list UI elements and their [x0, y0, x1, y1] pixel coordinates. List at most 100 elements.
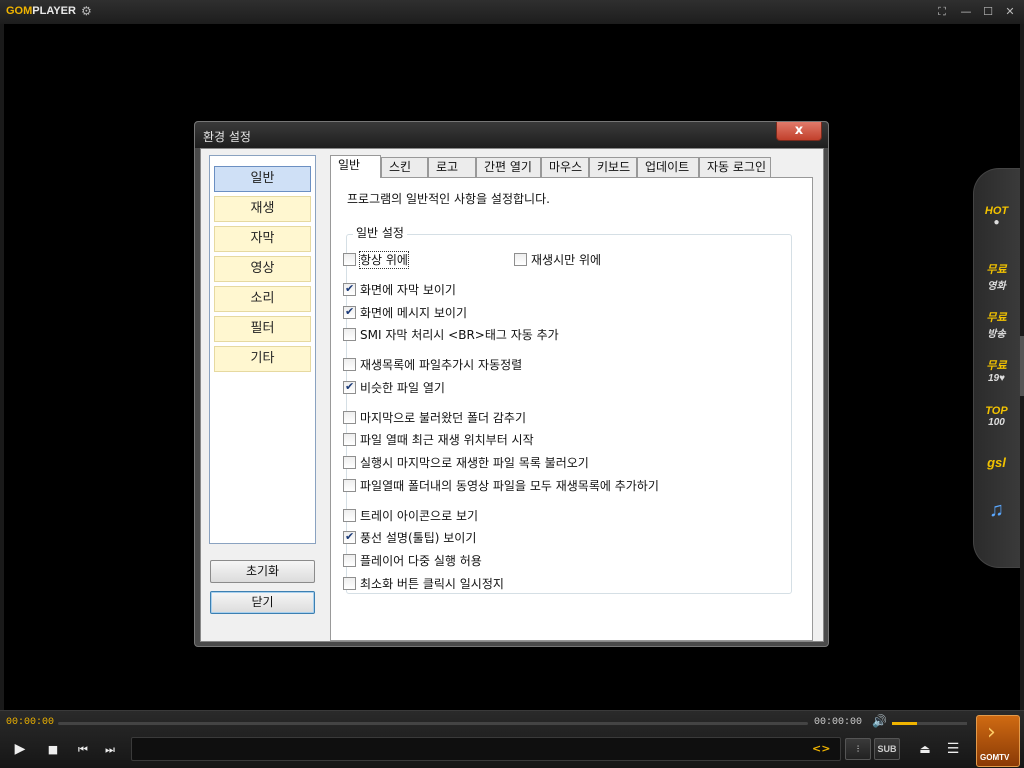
dialog-title-bar[interactable]: 환경 설정 x — [195, 122, 828, 148]
dialog-title: 환경 설정 — [203, 130, 251, 144]
total-time: 00:00:00 — [814, 717, 863, 728]
checkbox-box[interactable] — [343, 456, 356, 469]
app-logo[interactable]: GOMPLAYER — [6, 5, 76, 17]
volume-fill — [892, 722, 917, 725]
tab-keyboard[interactable]: 키보드 — [589, 157, 637, 177]
volume-icon[interactable]: 🔊 — [872, 714, 887, 728]
tab-logo[interactable]: 로고 — [428, 157, 476, 177]
playlist-bar[interactable] — [131, 737, 841, 761]
gear-icon[interactable]: ⚙ — [81, 4, 92, 18]
nav-item-filter[interactable]: 필터 — [214, 316, 311, 342]
checkbox-box[interactable] — [343, 509, 356, 522]
nav-item-subtitle[interactable]: 자막 — [214, 226, 311, 252]
gsl-logo-icon: gsl — [987, 455, 1006, 470]
checkbox-box[interactable] — [343, 433, 356, 446]
checkbox-label: 재생목록에 파일추가시 자동정렬 — [360, 358, 523, 372]
resize-icon[interactable]: ⛶ — [934, 4, 950, 20]
volume-slider[interactable] — [892, 722, 967, 725]
nav-item-general[interactable]: 일반 — [214, 166, 311, 192]
gomtv-button[interactable]: › GOMTV — [976, 715, 1020, 767]
side-item-free-19[interactable]: 무료 19♥ — [974, 357, 1019, 384]
title-bar: GOMPLAYER ⚙ ⛶ — ☐ ✕ — [0, 0, 1024, 24]
checkbox-label: 마지막으로 불러왔던 폴더 감추기 — [360, 411, 527, 425]
checkbox-box[interactable] — [343, 530, 356, 544]
checkbox-label: 실행시 마지막으로 재생한 파일 목록 불러오기 — [360, 456, 589, 470]
side-item-label: 무료 — [986, 360, 1007, 372]
stop-icon[interactable]: ■ — [43, 743, 63, 756]
tab-quick-open[interactable]: 간편 열기 — [476, 157, 541, 177]
next-icon[interactable]: ⏭ — [100, 743, 120, 757]
gomtv-label: GOMTV — [980, 753, 1010, 762]
checkbox-label: 화면에 메시지 보이기 — [360, 306, 467, 320]
checkbox-box[interactable] — [343, 577, 356, 590]
tab-mouse[interactable]: 마우스 — [541, 157, 589, 177]
gom-player-window: GOMPLAYER ⚙ ⛶ — ☐ ✕ HOT ● 무료 영화 무료 방송 무료… — [0, 0, 1024, 768]
nav-item-etc[interactable]: 기타 — [214, 346, 311, 372]
tab-general[interactable]: 일반 — [330, 155, 381, 178]
checkbox-label: 풍선 설명(툴팁) 보이기 — [360, 531, 477, 545]
checkbox-box[interactable] — [343, 380, 356, 394]
tab-update[interactable]: 업데이트 — [637, 157, 699, 177]
tab-skin[interactable]: 스킨 — [381, 157, 428, 177]
side-item-free-movie[interactable]: 무료 영화 — [974, 261, 1019, 292]
checkbox-label: 비슷한 파일 열기 — [360, 381, 445, 395]
dialog-close-button[interactable]: x — [776, 122, 822, 141]
close-icon[interactable]: ✕ — [1002, 4, 1018, 20]
subtitle-button[interactable]: SUB — [874, 738, 900, 760]
play-icon[interactable]: ▶ — [10, 741, 30, 757]
checkbox-label: 플레이어 다중 실행 허용 — [360, 554, 482, 568]
side-service-panel: HOT ● 무료 영화 무료 방송 무료 19♥ TOP 100 gsl ♫ — [973, 168, 1020, 568]
checkbox-box[interactable] — [343, 305, 356, 319]
checkbox-box[interactable] — [514, 253, 527, 266]
checkbox-label: 재생시만 위에 — [531, 253, 602, 267]
playback-controls: 00:00:00 00:00:00 🔊 ▶ ■ ⏮ ⏭ <> ⫶ SUB ⏏ ☰… — [0, 710, 1024, 768]
checkbox-label: 파일열때 폴더내의 동영상 파일을 모두 재생목록에 추가하기 — [360, 479, 659, 493]
settings-nav: 일반 재생 자막 영상 소리 필터 기타 — [209, 155, 316, 544]
checkbox-label: 화면에 자막 보이기 — [360, 283, 456, 297]
side-item-gsl[interactable]: gsl — [974, 455, 1019, 470]
eject-icon[interactable]: ⏏ — [915, 742, 935, 756]
side-item-sublabel: 방송 — [987, 329, 1006, 340]
nav-item-audio[interactable]: 소리 — [214, 286, 311, 312]
group-title: 일반 설정 — [353, 224, 407, 241]
checkbox-label: 트레이 아이콘으로 보기 — [360, 509, 479, 523]
checkbox-box[interactable] — [343, 282, 356, 296]
settings-dialog: 환경 설정 x 일반 재생 자막 영상 소리 필터 기타 초기화 닫기 일반 스… — [194, 121, 829, 647]
bracket-icon[interactable]: <> — [812, 742, 830, 755]
checkbox-box[interactable] — [343, 253, 356, 266]
side-item-top100[interactable]: TOP 100 — [974, 405, 1019, 428]
checkbox-box[interactable] — [343, 411, 356, 424]
current-time: 00:00:00 — [6, 717, 55, 728]
tab-auto-login[interactable]: 자동 로그인 — [699, 157, 771, 177]
nav-item-playback[interactable]: 재생 — [214, 196, 311, 222]
general-tab-panel: 프로그램의 일반적인 사항을 설정합니다. 일반 설정 항상 위에 재생시만 위… — [330, 177, 813, 641]
checkbox-box[interactable] — [343, 358, 356, 371]
chevron-right-icon: › — [987, 720, 996, 745]
side-item-music[interactable]: ♫ — [974, 499, 1019, 522]
reset-button[interactable]: 초기화 — [210, 560, 315, 583]
menu-icon[interactable]: ☰ — [943, 741, 963, 757]
nav-item-video[interactable]: 영상 — [214, 256, 311, 282]
side-item-sublabel: 100 — [988, 417, 1005, 428]
minimize-icon[interactable]: — — [958, 4, 974, 20]
logo-player-text: PLAYER — [32, 5, 76, 17]
music-note-icon: ♫ — [989, 499, 1004, 521]
side-item-hot-label: HOT — [984, 205, 1009, 217]
dialog-body: 일반 재생 자막 영상 소리 필터 기타 초기화 닫기 일반 스킨 로고 간편 … — [200, 148, 824, 642]
checkbox-box[interactable] — [343, 479, 356, 492]
side-panel-handle[interactable] — [1020, 336, 1024, 396]
maximize-icon[interactable]: ☐ — [980, 4, 996, 20]
checkbox-box[interactable] — [343, 554, 356, 567]
side-item-sublabel: 영화 — [987, 281, 1006, 292]
side-item-hot[interactable]: HOT ● — [974, 205, 1019, 228]
seek-bar[interactable] — [58, 722, 808, 725]
side-item-free-broadcast[interactable]: 무료 방송 — [974, 309, 1019, 340]
checkbox-label: 항상 위에 — [359, 251, 409, 269]
previous-icon[interactable]: ⏮ — [73, 743, 93, 757]
side-item-label: TOP — [985, 405, 1008, 417]
checkbox-label: SMI 자막 처리시 <BR>태그 자동 추가 — [360, 328, 559, 342]
equalizer-icon[interactable]: ⫶ — [845, 738, 871, 760]
close-button[interactable]: 닫기 — [210, 591, 315, 614]
checkbox-box[interactable] — [343, 328, 356, 341]
side-item-sublabel: 19♥ — [987, 373, 1006, 384]
